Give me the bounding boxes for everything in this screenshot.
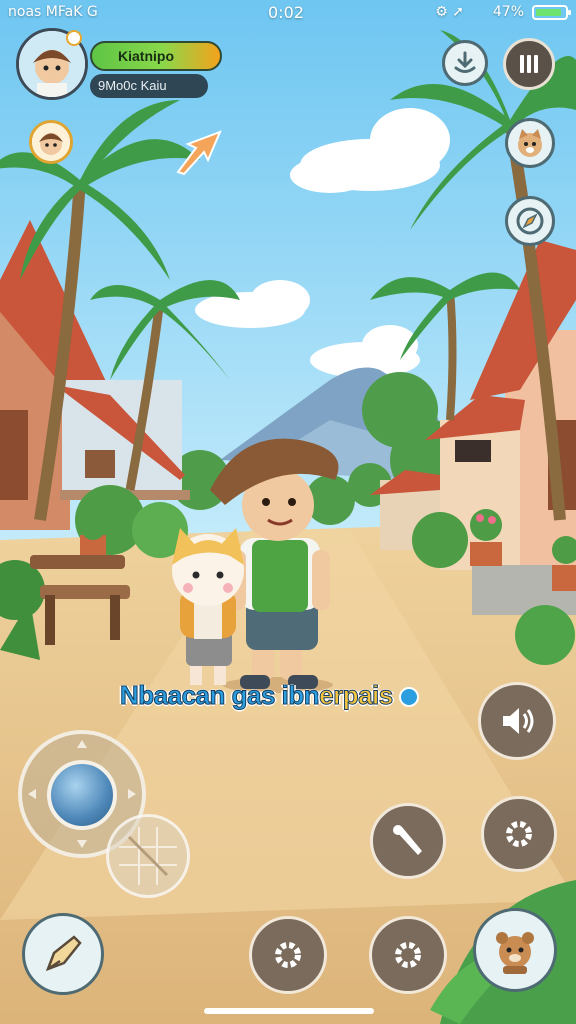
settings-button-bottom-2[interactable] — [369, 916, 447, 994]
status-bar: noas MFaK G 0:02 ⚙ ➚ 47% — [0, 0, 576, 26]
pet-button[interactable] — [505, 118, 555, 168]
wifi-icon: ⚙ ➚ — [435, 4, 464, 20]
attack-icon — [45, 935, 82, 972]
status-time: 0:02 — [268, 3, 304, 22]
speaker-icon — [503, 708, 534, 734]
player-subtitle: 9Mo0c Kaiu — [98, 78, 167, 93]
settings-button-bottom-1[interactable] — [249, 916, 327, 994]
player-name-badge: Kiatnipo — [90, 41, 222, 71]
home-indicator[interactable] — [204, 1008, 374, 1014]
tool-button[interactable] — [370, 803, 446, 879]
game-scene — [0, 0, 576, 1024]
settings-gear-icon — [395, 942, 421, 968]
download-icon — [454, 51, 476, 73]
tool-icon — [393, 825, 422, 855]
pause-button[interactable] — [503, 38, 555, 90]
pet-companion-button[interactable] — [473, 908, 557, 992]
map-button[interactable] — [505, 196, 555, 246]
settings-gear-icon — [506, 821, 532, 847]
chat-bubble-icon — [399, 687, 420, 708]
settings-gear-icon — [275, 942, 301, 968]
player-name: Kiatnipo — [118, 48, 174, 64]
status-carrier: noas MFaK G — [8, 4, 98, 20]
companion-avatar[interactable] — [29, 120, 73, 164]
hint-text-main: Nbaacan gas ibn — [119, 680, 320, 711]
battery-percent: 47% — [492, 4, 524, 20]
hint-text: Nbaacan gas ibnerpais — [119, 680, 420, 711]
sound-button[interactable] — [478, 682, 556, 760]
boy-portrait-icon — [32, 123, 70, 161]
attack-button[interactable] — [22, 913, 104, 995]
battery-icon — [532, 5, 571, 20]
pet-portrait-icon — [518, 129, 542, 157]
notification-dot — [66, 30, 82, 46]
grid-icon — [119, 827, 177, 885]
hint-text-highlight: erpais — [319, 680, 394, 711]
settings-button-right[interactable] — [481, 796, 557, 872]
pet-portrait-icon — [496, 932, 534, 974]
pause-icon — [520, 55, 538, 73]
compass-icon — [516, 207, 544, 235]
player-subtitle-badge: 9Mo0c Kaiu — [90, 74, 208, 98]
joystick-knob[interactable] — [47, 760, 117, 830]
direction-arrow-icon — [176, 130, 222, 176]
download-button[interactable] — [442, 40, 488, 86]
ghost-joystick — [106, 814, 190, 898]
